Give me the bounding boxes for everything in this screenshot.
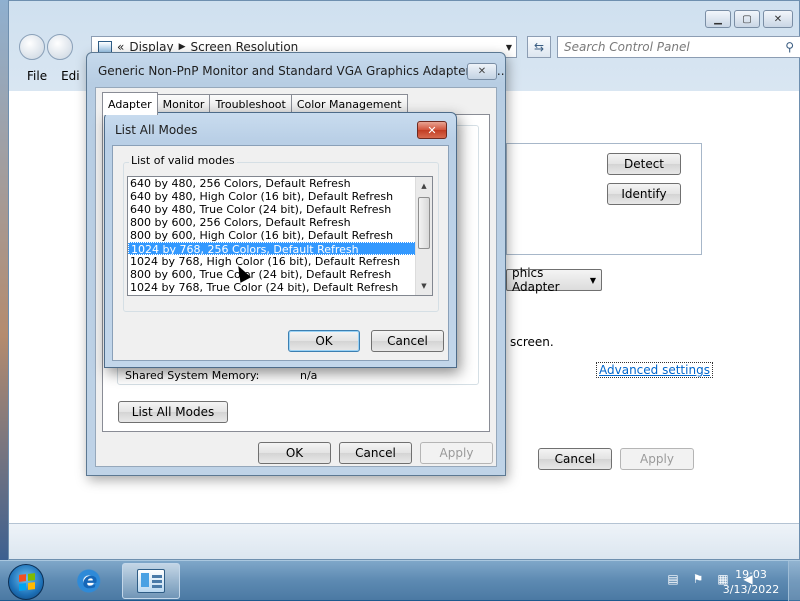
dialog-title: Generic Non-PnP Monitor and Standard VGA…: [98, 64, 505, 78]
status-bar: [9, 523, 799, 559]
modes-ok-button[interactable]: OK: [288, 330, 360, 352]
identify-button[interactable]: Identify: [607, 183, 681, 205]
menu-bar: File Edi: [27, 69, 80, 83]
valid-modes-label: List of valid modes: [129, 154, 237, 167]
taskbar-control-panel[interactable]: [122, 563, 180, 599]
modes-listbox[interactable]: 640 by 480, 256 Colors, Default Refresh 6…: [127, 176, 433, 296]
chevron-down-icon: ▼: [589, 275, 596, 285]
show-desktop-button[interactable]: [788, 561, 800, 601]
refresh-button[interactable]: ⇆: [527, 36, 551, 58]
refresh-icon: ⇆: [533, 40, 545, 54]
list-item[interactable]: 800 by 600, 256 Colors, Default Refresh: [128, 216, 416, 229]
display-adapter-value: phics Adapter: [512, 266, 560, 294]
clock-date: 3/13/2022: [722, 583, 780, 596]
taskbar-internet-explorer[interactable]: e: [72, 563, 108, 599]
start-button[interactable]: [8, 564, 44, 600]
list-item[interactable]: 640 by 480, 256 Colors, Default Refresh: [128, 177, 416, 190]
list-all-modes-dialog: List All Modes ✕ List of valid modes 640…: [104, 112, 457, 368]
tab-monitor[interactable]: Monitor: [156, 94, 211, 114]
back-button[interactable]: [19, 34, 45, 60]
close-button[interactable]: ✕: [763, 10, 793, 28]
ok-button[interactable]: OK: [258, 442, 331, 464]
display-adapter-select[interactable]: phics Adapter ▼: [506, 266, 602, 294]
close-button[interactable]: ✕: [417, 121, 447, 139]
list-item[interactable]: 640 by 480, High Color (16 bit), Default…: [128, 190, 416, 203]
taskbar: e ▤ ⚑ ▦ ◀ 19:03 3/13/2022: [0, 560, 800, 601]
list-all-modes-button[interactable]: List All Modes: [118, 401, 228, 423]
cp-apply-button[interactable]: Apply: [620, 448, 694, 470]
tab-adapter[interactable]: Adapter: [102, 92, 158, 115]
tab-troubleshoot[interactable]: Troubleshoot: [209, 94, 292, 114]
control-panel-icon: [137, 569, 165, 593]
menu-edit[interactable]: Edi: [61, 69, 80, 83]
list-item[interactable]: 640 by 480, True Color (24 bit), Default…: [128, 203, 416, 216]
close-icon: ✕: [477, 66, 487, 77]
forward-button[interactable]: [47, 34, 73, 60]
scroll-thumb[interactable]: [418, 197, 430, 249]
search-placeholder: Search Control Panel: [564, 40, 690, 54]
advanced-settings-link[interactable]: Advanced settings: [596, 362, 713, 378]
screen-text: screen.: [510, 335, 554, 349]
apply-button[interactable]: Apply: [420, 442, 493, 464]
modes-items: 640 by 480, 256 Colors, Default Refresh 6…: [128, 177, 432, 294]
list-item[interactable]: 1024 by 768, 256 Colors, Default Refresh: [128, 242, 416, 256]
close-icon: ✕: [427, 123, 437, 137]
cp-cancel-button[interactable]: Cancel: [538, 448, 612, 470]
clock-time: 19:03: [735, 568, 767, 581]
window-caption-buttons: ▁ ▢ ✕: [705, 10, 793, 28]
search-input[interactable]: Search Control Panel ⚲: [557, 36, 800, 58]
list-item[interactable]: 800 by 600, True Color (24 bit), Default…: [128, 268, 416, 281]
chevron-down-icon[interactable]: ▼: [506, 43, 512, 52]
dialog-client-area: List of valid modes 640 by 480, 256 Colo…: [112, 145, 449, 361]
shared-memory-label: Shared System Memory:: [125, 369, 260, 382]
detect-button[interactable]: Detect: [607, 153, 681, 175]
search-icon: ⚲: [785, 40, 794, 54]
maximize-button[interactable]: ▢: [734, 10, 760, 28]
cancel-button[interactable]: Cancel: [339, 442, 412, 464]
list-item[interactable]: 800 by 600, High Color (16 bit), Default…: [128, 229, 416, 242]
scroll-up-icon[interactable]: ▲: [416, 178, 432, 194]
breadcrumb-separator-icon[interactable]: ▶: [179, 42, 186, 52]
vertical-scrollbar[interactable]: ▲ ▼: [415, 177, 432, 295]
minimize-button[interactable]: ▁: [705, 10, 731, 28]
dialog-title: List All Modes: [115, 123, 198, 137]
action-center-icon[interactable]: ⚑: [690, 571, 706, 587]
internet-explorer-icon: e: [77, 568, 103, 594]
scroll-down-icon[interactable]: ▼: [416, 278, 432, 294]
close-button[interactable]: ✕: [467, 63, 497, 80]
list-item[interactable]: 1024 by 768, High Color (16 bit), Defaul…: [128, 255, 416, 268]
modes-cancel-button[interactable]: Cancel: [371, 330, 444, 352]
notification-icon[interactable]: ▤: [665, 571, 681, 587]
shared-memory-value: n/a: [300, 369, 318, 382]
tab-color-management[interactable]: Color Management: [290, 94, 408, 114]
menu-file[interactable]: File: [27, 69, 47, 83]
list-item[interactable]: 1024 by 768, True Color (24 bit), Defaul…: [128, 281, 416, 294]
windows-logo-icon: [19, 573, 35, 591]
clock[interactable]: 19:03 3/13/2022: [716, 567, 786, 597]
